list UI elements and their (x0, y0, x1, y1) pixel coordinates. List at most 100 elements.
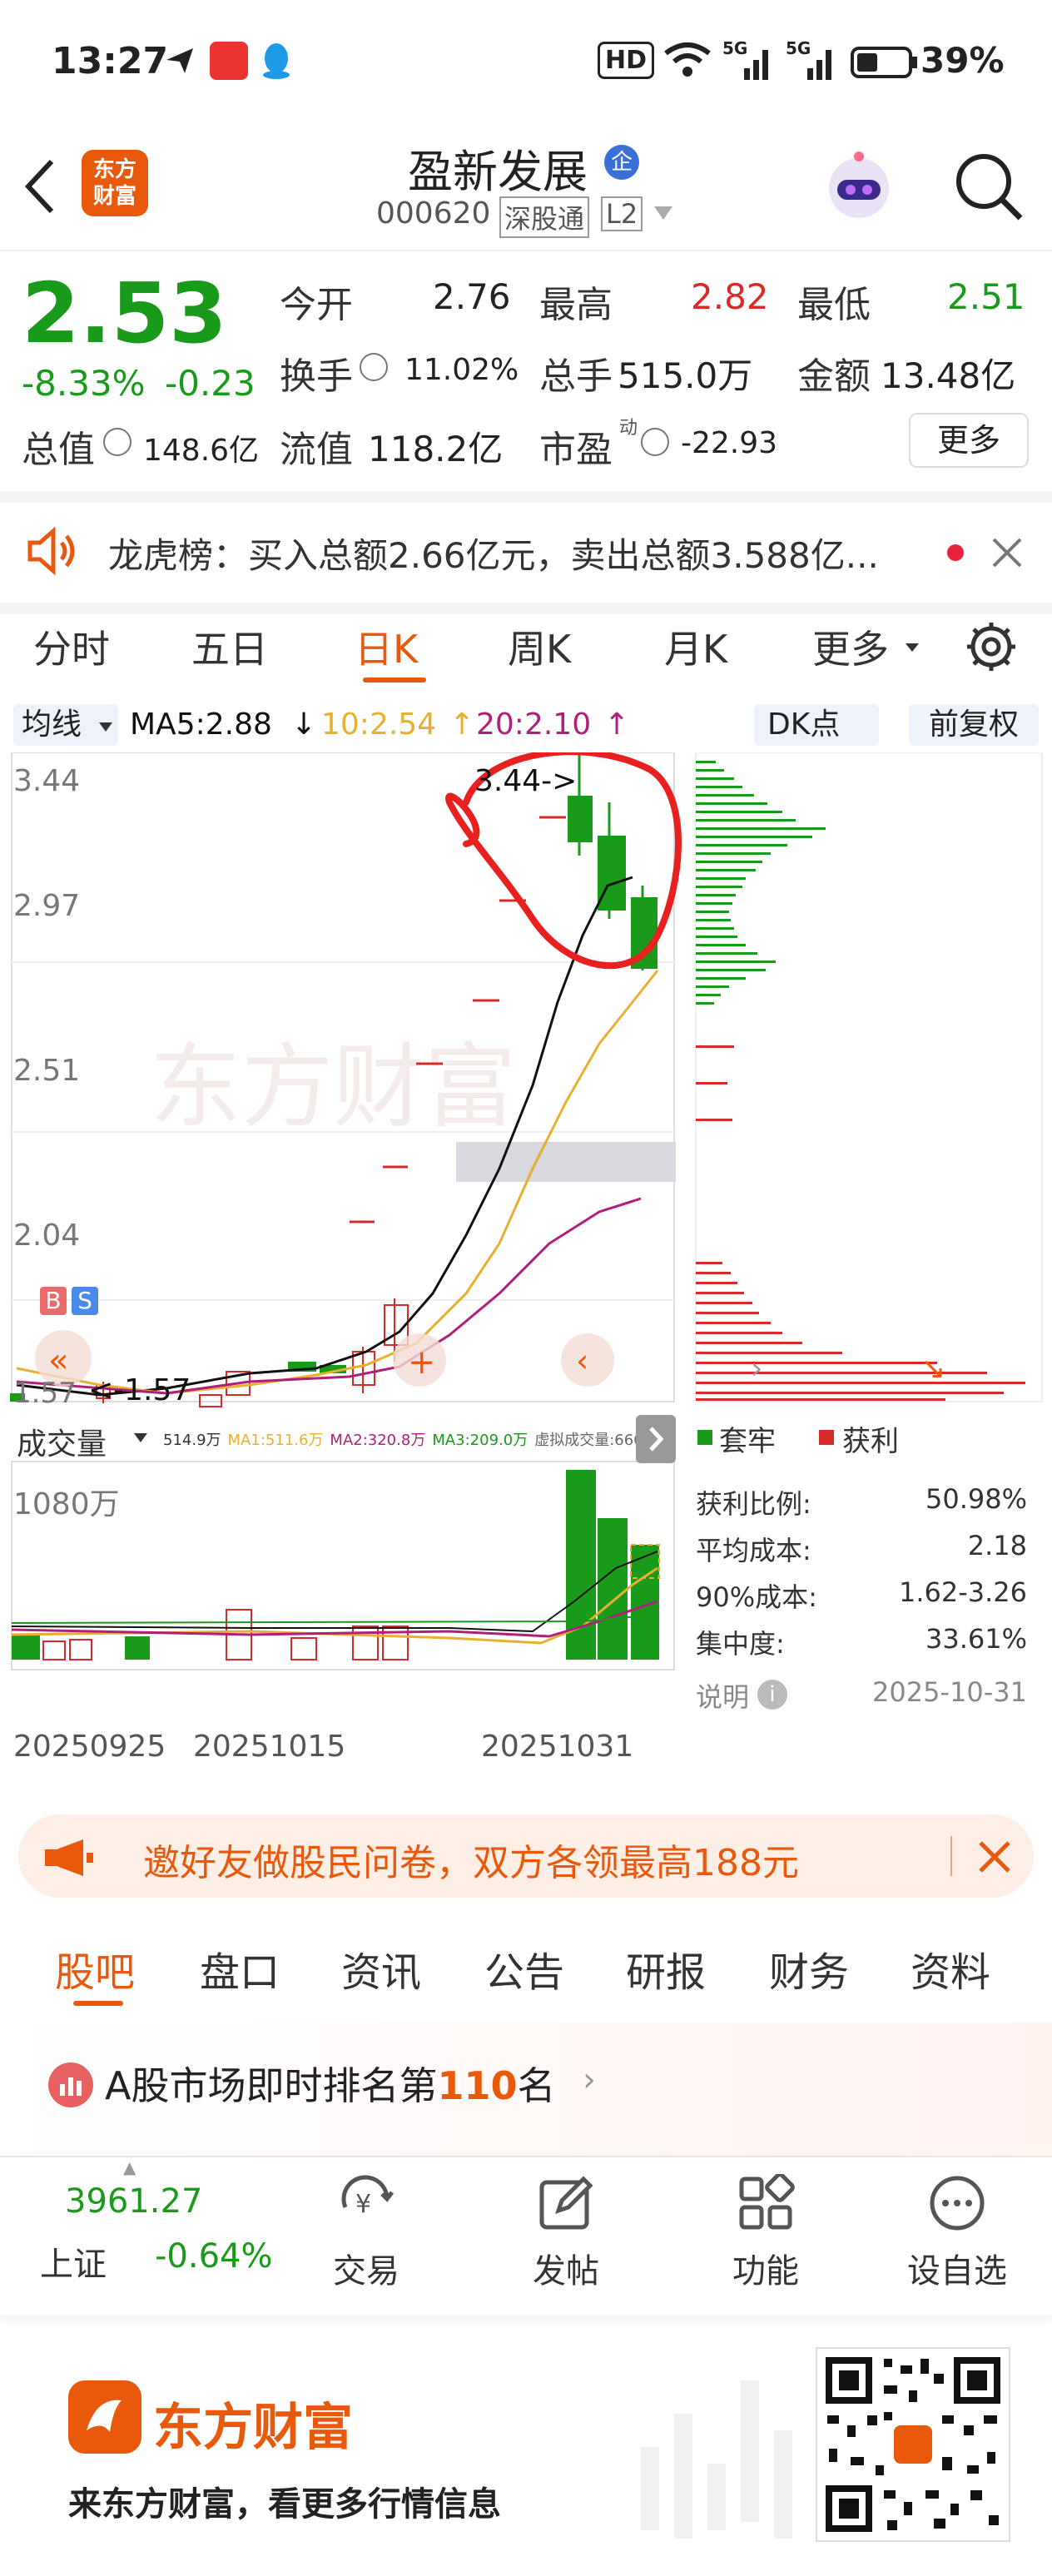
more-button[interactable]: 更多 (909, 413, 1029, 468)
turnover-value: 11.02% (404, 353, 519, 387)
quote-panel: 2.53 -8.33% -0.23 今开 2.76 最高 2.82 最低 2.5… (0, 250, 1052, 491)
buy-marker[interactable]: B (40, 1287, 67, 1315)
dropdown-icon[interactable] (653, 205, 674, 221)
edit-icon (537, 2174, 595, 2232)
gear-icon[interactable] (965, 621, 1017, 673)
svg-text:+: + (408, 1343, 436, 1382)
sell-marker[interactable]: S (72, 1287, 98, 1315)
nav-watchlist-label: 设自选 (907, 2252, 1007, 2291)
chip-value-2: 2.18 (967, 1530, 1027, 1561)
close-icon[interactable] (990, 536, 1024, 569)
ma10-value: 10:2.54 (321, 707, 437, 742)
close-icon[interactable] (975, 1838, 1014, 1876)
qr-code (816, 2347, 1010, 2542)
low-label: 最低 (797, 284, 871, 326)
date-label-1: 20250925 (13, 1730, 166, 1764)
tab-five-day[interactable]: 五日 (191, 619, 268, 674)
tab-financials[interactable]: 财务 (769, 1939, 849, 1998)
volume-stats: 514.9万 MA1:511.6万 MA2:320.8万 MA3:209.0万 … (163, 1428, 672, 1450)
pe-label: 市盈 (539, 429, 613, 471)
index-name: 上证 (40, 2246, 107, 2284)
caret-down-icon (904, 641, 920, 653)
pe-value: -22.93 (681, 426, 778, 460)
kline-chart-area[interactable]: 均线 MA5:2.88 ↓ 10:2.54 ↑ 20:2.10 ↑ DK点 前复… (0, 694, 1052, 1793)
more-dots-icon (928, 2174, 986, 2232)
back-arrow-icon[interactable] (20, 155, 62, 218)
volume-title[interactable]: 成交量 (17, 1420, 107, 1463)
tab-order-book[interactable]: 盘口 (200, 1939, 280, 1998)
dragon-tiger-notice[interactable]: 龙虎榜：买入总额2.66亿元，卖出总额3.588亿... (0, 491, 1052, 614)
tab-news[interactable]: 资讯 (341, 1939, 421, 1998)
caret-down-icon (133, 1432, 148, 1443)
nav-trade[interactable]: ¥ 交易 (300, 2174, 433, 2292)
wifi-icon (662, 42, 712, 78)
speaker-icon (25, 526, 78, 576)
nav-post[interactable]: 发帖 (499, 2174, 633, 2292)
chip-label-2: 平均成本: (696, 1535, 811, 1566)
promo-banner[interactable]: 邀好友做股民问卷，双方各领最高188元 (18, 1814, 1034, 1898)
dk-point-select[interactable]: DK点 (754, 704, 879, 746)
nav-watchlist[interactable]: 设自选 (891, 2174, 1024, 2292)
volume-stat-v: 514.9万 (163, 1432, 221, 1449)
info-icon[interactable] (103, 428, 132, 456)
fq-button[interactable]: 前复权 (909, 704, 1039, 746)
chip-label-1: 获利比例: (696, 1488, 811, 1520)
y-label-5: 1.57 (13, 1377, 77, 1410)
logo-line-1: 东方 (92, 157, 136, 182)
volume-label: 总手 (539, 355, 613, 398)
app-logo: 东方 财富 (82, 150, 148, 216)
low-marker: <-1.57 (88, 1373, 191, 1407)
expand-panel-button[interactable] (636, 1415, 676, 1463)
nav-features[interactable]: 功能 (699, 2172, 832, 2292)
chip-label-3: 90%成本: (696, 1581, 817, 1613)
index-value: 3961.27 (65, 2182, 203, 2221)
pe-dynamic-sup: 动 (619, 418, 638, 439)
y-label-1: 3.44 (13, 764, 81, 798)
tab-monthly-k[interactable]: 月K (664, 619, 727, 674)
megaphone-icon (42, 1838, 95, 1878)
open-value: 2.76 (433, 276, 511, 317)
low-value: 2.51 (947, 276, 1025, 317)
active-tab-indicator (73, 2001, 123, 2006)
tab-guba[interactable]: 股吧 (55, 1939, 135, 1998)
info-icon[interactable]: i (757, 1680, 787, 1710)
tab-timeshare[interactable]: 分时 (33, 619, 110, 674)
amount-value: 13.48亿 (881, 355, 1016, 396)
market-rank-card[interactable]: A股市场即时排名第110名 › (0, 2023, 1052, 2156)
decorative-candles (641, 2380, 792, 2539)
index-widget[interactable]: ▲ 3961.27 上证 -0.64% (0, 2157, 275, 2315)
tab-weekly-k[interactable]: 周K (508, 619, 571, 674)
signal-icon-2 (786, 43, 837, 80)
nav-features-label: 功能 (732, 2252, 799, 2291)
nav-post-label: 发帖 (533, 2252, 599, 2291)
active-tab-indicator (363, 678, 426, 682)
notice-text: 龙虎榜：买入总额2.66亿元，卖出总额3.588亿... (108, 535, 879, 576)
tab-more[interactable]: 更多 (812, 619, 889, 674)
footer-slogan: 来东方财富，看更多行情信息 (68, 2485, 501, 2524)
volume-stat-ma1: MA1:511.6万 (227, 1432, 324, 1449)
tab-daily-k[interactable]: 日K (355, 619, 418, 674)
info-icon[interactable] (360, 353, 388, 381)
exchange-badge: 深股通 (499, 196, 590, 238)
turnover-label: 换手 (280, 355, 353, 398)
tab-profile[interactable]: 资料 (911, 1939, 990, 1998)
app-footer: 东方财富 来东方财富，看更多行情信息 (0, 2330, 1052, 2576)
nav-trade-label: 交易 (333, 2252, 399, 2291)
stock-code: 000620 (376, 196, 491, 231)
chip-value-4: 33.61% (925, 1623, 1027, 1655)
battery-icon (851, 47, 919, 78)
tab-announcements[interactable]: 公告 (484, 1939, 564, 1998)
chip-note-label[interactable]: 说明 (696, 1676, 749, 1715)
level-badge: L2 (601, 196, 643, 231)
ma20-up-arrow-icon: ↑ (604, 707, 630, 742)
volume-value: 515.0万 (618, 355, 753, 396)
bottom-nav: ▲ 3961.27 上证 -0.64% ¥ 交易 发帖 功能 设自选 (0, 2156, 1052, 2315)
caret-down-icon (98, 721, 113, 732)
banner-divider (950, 1836, 952, 1876)
tab-research[interactable]: 研报 (626, 1939, 706, 1998)
status-time: 13:27 (52, 40, 169, 82)
y-label-2: 2.97 (13, 889, 81, 923)
robot-assistant-icon[interactable] (819, 146, 899, 226)
search-icon[interactable] (950, 148, 1025, 223)
info-icon[interactable] (641, 428, 669, 456)
